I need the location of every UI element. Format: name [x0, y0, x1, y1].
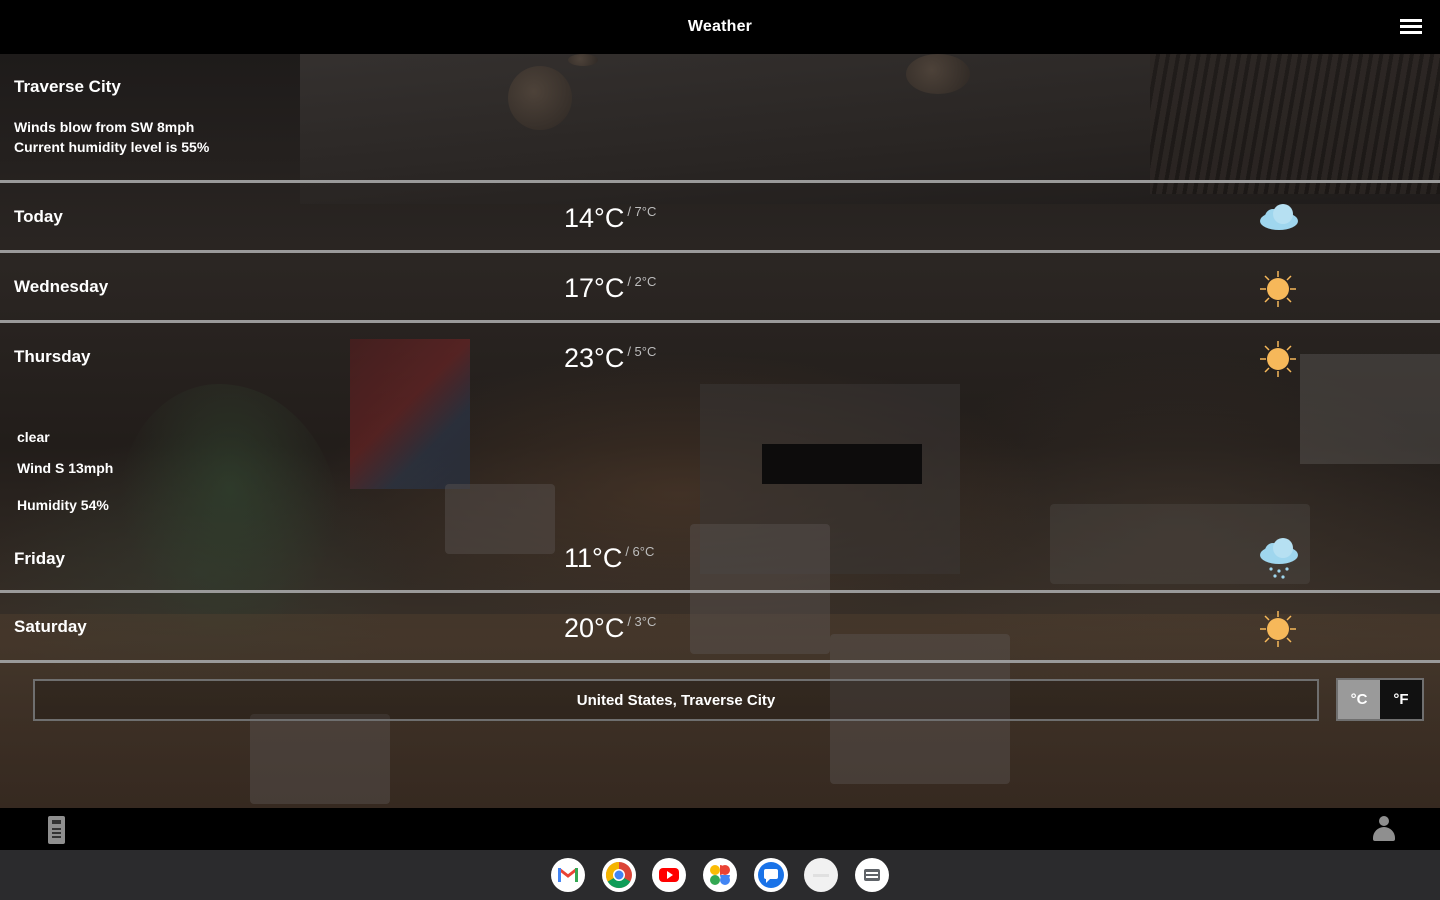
messages-icon[interactable] — [754, 858, 788, 892]
low-temp: / 3°C — [627, 614, 657, 629]
fahrenheit-button[interactable]: °F — [1380, 680, 1422, 719]
low-temp: / 5°C — [627, 344, 657, 359]
forecast-row-thursday[interactable]: Thursday 23°C/ 5°C clear Wind S 13mph Hu… — [0, 320, 1440, 589]
temperature: 14°C/ 7°C — [564, 203, 656, 234]
day-label: Wednesday — [14, 277, 109, 296]
remote-icon[interactable] — [48, 816, 65, 844]
low-temp: / 7°C — [627, 204, 657, 219]
temperature: 20°C/ 3°C — [564, 613, 656, 644]
humidity-summary: Current humidity level is 55% — [14, 139, 210, 155]
app-bottom-bar — [0, 808, 1440, 850]
youtube-icon[interactable] — [652, 858, 686, 892]
forecast-row-saturday[interactable]: Saturday 20°C/ 3°C — [0, 590, 1440, 659]
day-label-friday: Friday — [14, 549, 66, 568]
chrome-icon[interactable] — [602, 858, 636, 892]
sun-icon — [1260, 611, 1296, 647]
row-divider — [0, 660, 1440, 663]
condition-text: clear — [17, 429, 50, 445]
blank-app-icon[interactable] — [804, 858, 838, 892]
rain-cloud-icon — [1260, 538, 1298, 579]
location-name: Traverse City — [14, 77, 121, 96]
humidity-detail: Humidity 54% — [17, 497, 109, 513]
wind-detail: Wind S 13mph — [17, 460, 114, 476]
cloud-icon — [1260, 204, 1298, 230]
temperature: 17°C/ 2°C — [564, 273, 656, 304]
wind-summary: Winds blow from SW 8mph — [14, 119, 195, 135]
low-temp: / 2°C — [627, 274, 657, 289]
location-input[interactable] — [35, 681, 1317, 719]
forecast-row-today[interactable]: Today 14°C/ 7°C — [0, 180, 1440, 249]
forecast-row-wednesday[interactable]: Wednesday 17°C/ 2°C — [0, 250, 1440, 319]
location-search — [33, 679, 1319, 721]
day-label: Today — [14, 207, 63, 226]
celsius-button[interactable]: °C — [1338, 680, 1380, 719]
unit-toggle: °C °F — [1336, 678, 1424, 721]
sun-icon — [1260, 341, 1296, 377]
high-temp: 17°C — [564, 273, 625, 303]
photos-icon[interactable] — [703, 858, 737, 892]
gmail-icon[interactable] — [551, 858, 585, 892]
hamburger-menu-icon[interactable] — [1400, 19, 1422, 35]
app-icon[interactable] — [855, 858, 889, 892]
day-label: Thursday — [14, 347, 91, 366]
location-header: Traverse City Winds blow from SW 8mph Cu… — [0, 54, 1440, 180]
high-temp: 11°C — [564, 543, 623, 573]
low-temp: / 6°C — [625, 544, 655, 559]
day-label: Saturday — [14, 617, 87, 636]
high-temp: 20°C — [564, 613, 625, 643]
app-title: Weather — [687, 18, 753, 35]
system-shelf — [0, 850, 1440, 900]
temperature: 23°C/ 5°C — [564, 343, 656, 374]
sun-icon — [1260, 271, 1296, 307]
top-app-bar: Weather — [0, 0, 1440, 54]
high-temp: 23°C — [564, 343, 625, 373]
person-icon[interactable] — [1372, 816, 1396, 842]
temperature-friday: 11°C/ 6°C — [564, 543, 654, 574]
high-temp: 14°C — [564, 203, 625, 233]
